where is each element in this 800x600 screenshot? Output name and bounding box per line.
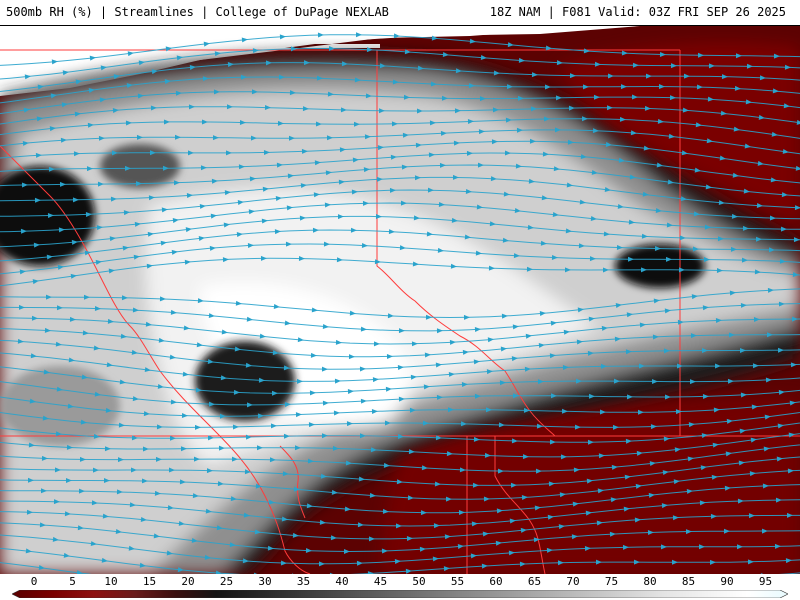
rh-streamline-map xyxy=(0,26,800,574)
colorbar-tick-10: 10 xyxy=(104,575,118,588)
chart-header: 500mb RH (%) | Streamlines | College of … xyxy=(0,0,800,26)
colorbar-tick-40: 40 xyxy=(335,575,349,588)
colorbar-tick-15: 15 xyxy=(142,575,157,588)
colorbar-tick-85: 85 xyxy=(681,575,696,588)
colorbar-tick-45: 45 xyxy=(373,575,388,588)
colorbar-tick-70: 70 xyxy=(566,575,580,588)
colorbar-tick-55: 55 xyxy=(450,575,465,588)
colorbar-tick-30: 30 xyxy=(258,575,272,588)
colorbar-tick-35: 35 xyxy=(296,575,311,588)
colorbar-tick-50: 50 xyxy=(412,575,426,588)
colorbar-gradient xyxy=(12,590,788,598)
colorbar-tick-95: 95 xyxy=(758,575,773,588)
colorbar-tick-5: 5 xyxy=(69,575,76,588)
model-run-valid-time: 18Z NAM | F081 Valid: 03Z FRI SEP 26 202… xyxy=(489,5,786,19)
colorbar: 0 5 10 15 20 25 30 35 40 45 50 55 60 65 70 75 80 85 90 95 xyxy=(0,574,800,600)
colorbar-tick-25: 25 xyxy=(219,575,234,588)
map-canvas xyxy=(0,26,800,574)
dry-slot-east xyxy=(615,244,705,288)
colorbar-tick-90: 90 xyxy=(720,575,734,588)
colorbar-tick-80: 80 xyxy=(643,575,657,588)
colorbar-tick-75: 75 xyxy=(604,575,619,588)
colorbar-tick-0: 0 xyxy=(30,575,38,588)
colorbar-tick-60: 60 xyxy=(489,575,503,588)
colorbar-tick-20: 20 xyxy=(181,575,195,588)
product-title: 500mb RH (%) | Streamlines | College of … xyxy=(6,5,389,19)
colorbar-tick-65: 65 xyxy=(527,575,542,588)
